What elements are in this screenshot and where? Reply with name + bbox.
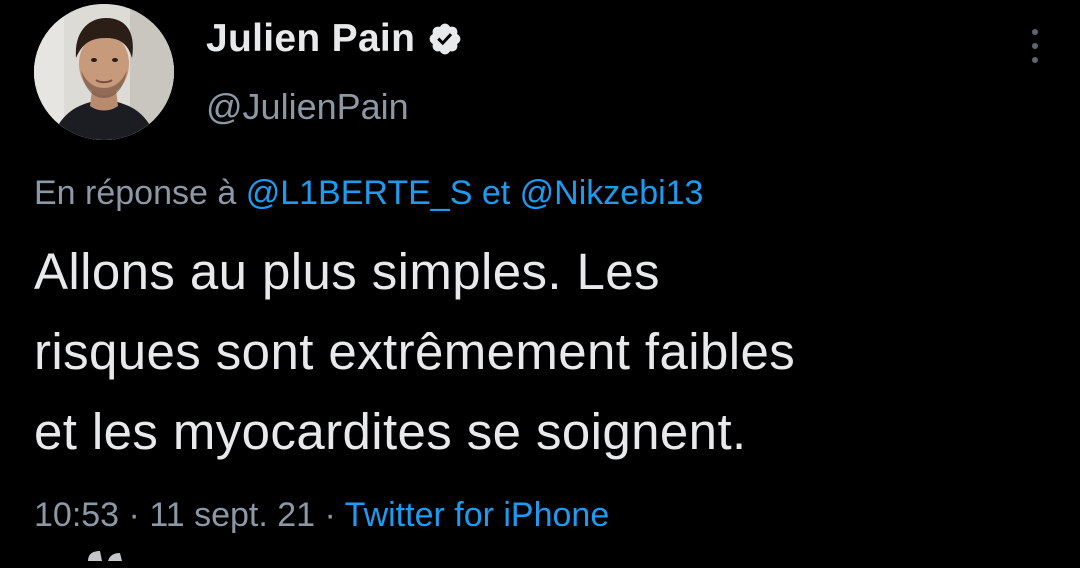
display-name[interactable]: Julien Pain	[206, 17, 415, 61]
tweet-line: risques sont extrêmement faibles	[34, 323, 796, 380]
name-row: Julien Pain	[206, 14, 463, 64]
avatar[interactable]	[34, 4, 174, 140]
mention-link-1[interactable]: @L1BERTE_S	[246, 174, 473, 212]
tweet-meta: 10:53 · 11 sept. 21 · Twitter for iPhone	[34, 496, 609, 535]
tweet-card: Julien Pain @JulienPain En réponse à @L1…	[0, 0, 1080, 561]
tweet-source[interactable]: Twitter for iPhone	[345, 496, 610, 534]
reply-connector: et	[481, 174, 511, 212]
meta-separator: ·	[324, 496, 336, 534]
reply-context: En réponse à @L1BERTE_S et @Nikzebi13	[34, 174, 703, 213]
verified-badge-icon	[427, 21, 463, 57]
more-vertical-icon[interactable]	[1028, 26, 1042, 66]
mention-link-2[interactable]: @Nikzebi13	[520, 174, 704, 212]
tweet-date[interactable]: 11 sept. 21	[149, 496, 315, 534]
profile-photo-icon	[34, 4, 174, 140]
author-block: Julien Pain @JulienPain	[206, 14, 463, 128]
tweet-line: et les myocardites se soignent.	[34, 403, 747, 460]
cropped-row-icon	[80, 548, 130, 568]
tweet-line: Allons au plus simples. Les	[34, 243, 660, 300]
tweet-time[interactable]: 10:53	[34, 496, 119, 534]
reply-prefix: En réponse à	[34, 174, 237, 212]
tweet-text: Allons au plus simples. Les risques sont…	[34, 232, 1044, 472]
meta-separator: ·	[128, 496, 140, 534]
user-handle[interactable]: @JulienPain	[206, 86, 463, 128]
